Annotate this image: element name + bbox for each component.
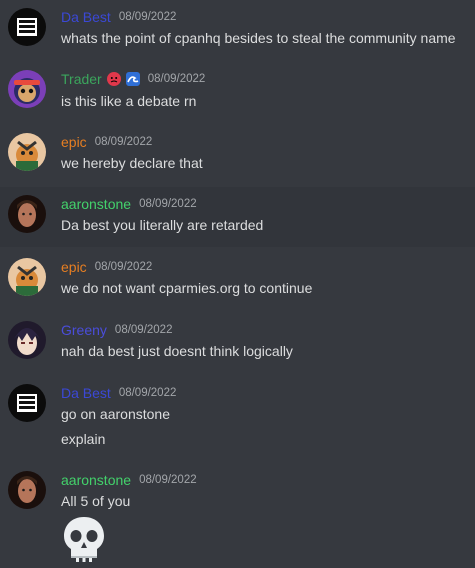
timestamp: 08/09/2022 [139, 198, 197, 210]
username[interactable]: Greeny [61, 322, 107, 338]
message-text: we do not want cparmies.org to continue [61, 280, 313, 296]
cartoon-avatar[interactable] [8, 133, 46, 171]
message: epic 08/09/2022 we hereby declare that [0, 125, 475, 185]
message-text: explain [61, 431, 106, 447]
message: epic 08/09/2022 we do not want cparmies.… [0, 250, 475, 310]
message: aaronstone 08/09/2022 Da best you litera… [0, 187, 475, 247]
message-text: Da best you literally are retarded [61, 217, 264, 233]
gta-logo-avatar[interactable] [8, 384, 46, 422]
username[interactable]: Da Best [61, 9, 111, 25]
gta-logo-avatar[interactable] [8, 8, 46, 46]
timestamp: 08/09/2022 [118, 11, 177, 23]
timestamp: 08/09/2022 [147, 73, 206, 85]
username[interactable]: Da Best [61, 385, 111, 401]
person-avatar[interactable] [8, 471, 46, 509]
message-text: whats the point of cpanhq besides to ste… [61, 30, 456, 46]
message: Trader 08/09/2022 is this like a debate … [0, 62, 475, 122]
timestamp: 08/09/2022 [94, 261, 153, 273]
skull-emoji[interactable] [61, 515, 107, 563]
message: aaronstone 08/09/2022 All 5 of you [0, 463, 475, 568]
username[interactable]: aaronstone [61, 472, 131, 488]
timestamp: 08/09/2022 [118, 387, 177, 399]
monkey-avatar[interactable] [8, 70, 46, 108]
anime-avatar[interactable] [8, 321, 46, 359]
message: Da Best 08/09/2022 go on aaronstone expl… [0, 376, 475, 460]
message-text: go on aaronstone [61, 406, 170, 422]
message-text: nah da best just doesnt think logically [61, 343, 293, 359]
wave-icon [125, 72, 140, 86]
username[interactable]: epic [61, 134, 87, 150]
message-text: we hereby declare that [61, 155, 203, 171]
timestamp: 08/09/2022 [139, 474, 197, 486]
cartoon-avatar[interactable] [8, 258, 46, 296]
message-text: is this like a debate rn [61, 93, 197, 109]
username[interactable]: epic [61, 259, 87, 275]
timestamp: 08/09/2022 [114, 324, 173, 336]
username[interactable]: Trader [61, 71, 102, 87]
message: Greeny 08/09/2022 nah da best just doesn… [0, 313, 475, 373]
person-avatar[interactable] [8, 195, 46, 233]
message: Da Best 08/09/2022 whats the point of cp… [0, 0, 475, 60]
timestamp: 08/09/2022 [94, 136, 153, 148]
message-text: All 5 of you [61, 493, 131, 509]
angry-face-icon [106, 72, 121, 86]
username[interactable]: aaronstone [61, 196, 131, 212]
